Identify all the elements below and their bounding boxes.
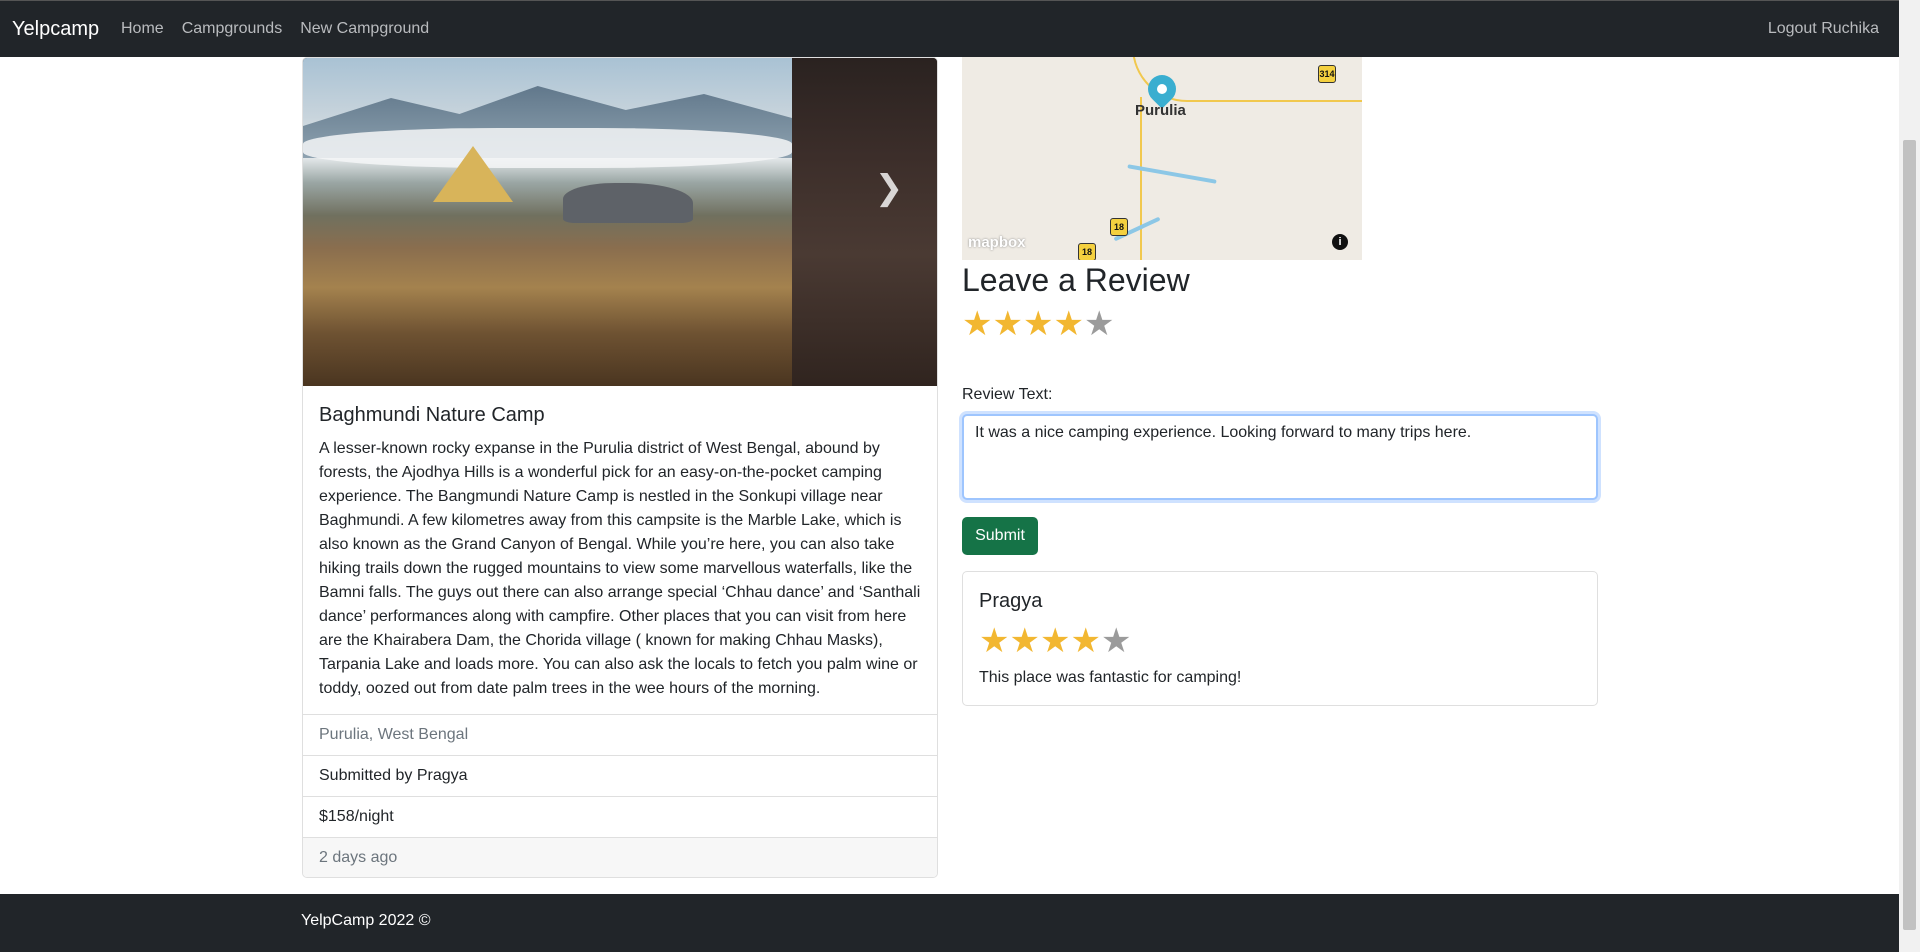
star-icon[interactable]: ★	[1023, 307, 1053, 341]
review-text-label: Review Text:	[962, 386, 1053, 403]
footer: YelpCamp 2022 ©	[0, 894, 1899, 952]
star-icon[interactable]: ★	[1084, 307, 1114, 341]
nav-campgrounds-link[interactable]: Campgrounds	[182, 20, 283, 38]
campground-details: Purulia, West Bengal Submitted by Pragya…	[303, 714, 937, 837]
rock-shape	[563, 183, 693, 223]
campground-submitted-by: Submitted by Pragya	[303, 755, 937, 796]
campground-location: Purulia, West Bengal	[303, 714, 937, 755]
star-icon[interactable]: ★	[1053, 307, 1083, 341]
submit-button[interactable]: Submit	[962, 517, 1038, 555]
nav-links: Home Campgrounds New Campground	[121, 20, 447, 38]
star-icon: ★	[1100, 622, 1132, 660]
footer-copyright: YelpCamp 2022 ©	[301, 912, 431, 929]
campground-description: A lesser-known rocky expanse in the Puru…	[319, 440, 921, 697]
review-heading: Leave a Review	[962, 262, 1190, 298]
carousel-image-next	[792, 58, 937, 386]
map-highway-shield: 18	[1078, 243, 1096, 260]
logout-link[interactable]: Logout Ruchika	[1768, 20, 1879, 38]
map-city-label: Purulia	[1135, 102, 1186, 119]
navbar: Yelpcamp Home Campgrounds New Campground…	[0, 0, 1899, 57]
map-info-icon[interactable]: i	[1332, 234, 1348, 250]
scrollbar-thumb[interactable]	[1903, 140, 1916, 930]
card-body: Baghmundi Nature Camp A lesser-known roc…	[303, 386, 937, 717]
campground-posted-time: 2 days ago	[303, 837, 937, 877]
campground-title: Baghmundi Nature Camp	[319, 404, 545, 426]
star-icon: ★	[1009, 622, 1040, 660]
carousel-next-icon[interactable]: ❯	[874, 158, 904, 218]
brand-link[interactable]: Yelpcamp	[12, 18, 99, 41]
star-icon[interactable]: ★	[962, 307, 992, 341]
review-rating-display: ★ ★ ★ ★ ★	[979, 624, 1131, 658]
campground-card: ❯ Baghmundi Nature Camp A lesser-known r…	[302, 57, 938, 878]
review-text-field[interactable]	[962, 414, 1598, 500]
review-card: Pragya ★ ★ ★ ★ ★ This place was fantastic fo…	[962, 571, 1598, 706]
star-icon: ★	[979, 622, 1010, 660]
review-author: Pragya	[979, 590, 1043, 612]
mapbox-logo: mapbox	[968, 234, 1026, 251]
nav-new-campground-link[interactable]: New Campground	[300, 20, 429, 38]
review-rating-input[interactable]: ★ ★ ★ ★ ★	[962, 307, 1114, 341]
review-body: This place was fantastic for camping!	[979, 669, 1242, 686]
nav-home-link[interactable]: Home	[121, 20, 164, 38]
map-highway-shield: 314	[1318, 65, 1336, 83]
star-icon[interactable]: ★	[992, 307, 1022, 341]
map-highway-shield: 18	[1110, 218, 1128, 236]
image-carousel: ❯	[303, 58, 937, 386]
star-icon: ★	[1039, 622, 1071, 660]
cloud-shape	[303, 128, 792, 168]
page-scrollbar[interactable]	[1899, 0, 1920, 952]
campground-price: $158/night	[303, 796, 937, 837]
carousel-image-tent	[303, 58, 792, 386]
star-icon: ★	[1070, 622, 1101, 660]
